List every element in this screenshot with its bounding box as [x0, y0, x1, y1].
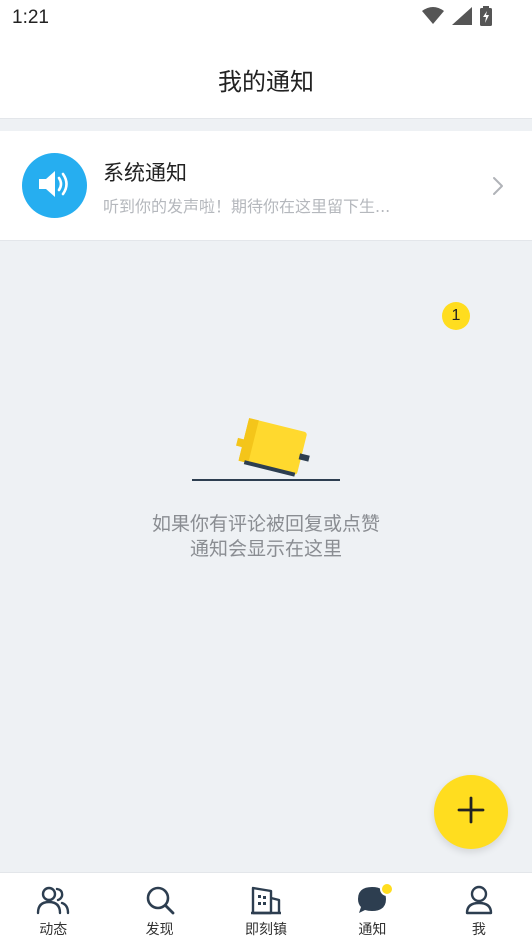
search-icon: [145, 883, 175, 917]
unread-badge: 1: [442, 302, 470, 330]
status-icons: [422, 6, 492, 30]
tab-label-discover: 发现: [145, 922, 174, 938]
notification-dot: [380, 882, 395, 896]
notice-title: 系统通知: [103, 161, 187, 185]
battery-icon: [480, 6, 492, 30]
tab-label-notifications: 通知: [358, 922, 387, 938]
plus-icon: [456, 795, 486, 829]
empty-message-line2: 通知会显示在这里: [189, 538, 342, 560]
speaker-icon: [37, 169, 73, 203]
bottom-tab-bar: 动态 发现 即刻镇 通知 我: [0, 872, 532, 947]
status-time: 1:21: [12, 7, 49, 28]
building-icon: [249, 883, 283, 917]
tab-notifications[interactable]: 通知: [319, 873, 425, 947]
empty-message-line1: 如果你有评论被回复或点赞: [151, 513, 380, 535]
tab-label-town: 即刻镇: [245, 922, 288, 938]
tab-me[interactable]: 我: [426, 873, 532, 947]
status-bar: 1:21: [0, 0, 532, 36]
empty-illustration: [190, 410, 342, 490]
chat-bubble-icon: [356, 882, 395, 917]
wifi-icon: [422, 7, 444, 29]
speaker-avatar: [22, 153, 87, 218]
tab-discover[interactable]: 发现: [106, 873, 212, 947]
people-icon: [36, 883, 70, 917]
tab-label-feed: 动态: [39, 922, 68, 938]
page-title: 我的通知: [218, 68, 314, 96]
compose-button[interactable]: [434, 775, 508, 849]
notice-preview: 听到你的发声啦！期待你在这里留下生...: [103, 197, 391, 216]
chevron-right-icon: [492, 176, 504, 200]
tab-label-me: 我: [471, 922, 486, 938]
system-notice-item[interactable]: 系统通知 听到你的发声啦！期待你在这里留下生... 1: [0, 131, 532, 330]
person-icon: [464, 883, 494, 917]
page-header: 我的通知: [0, 36, 532, 119]
tab-town[interactable]: 即刻镇: [213, 873, 319, 947]
tab-feed[interactable]: 动态: [0, 873, 106, 947]
signal-icon: [452, 7, 472, 29]
